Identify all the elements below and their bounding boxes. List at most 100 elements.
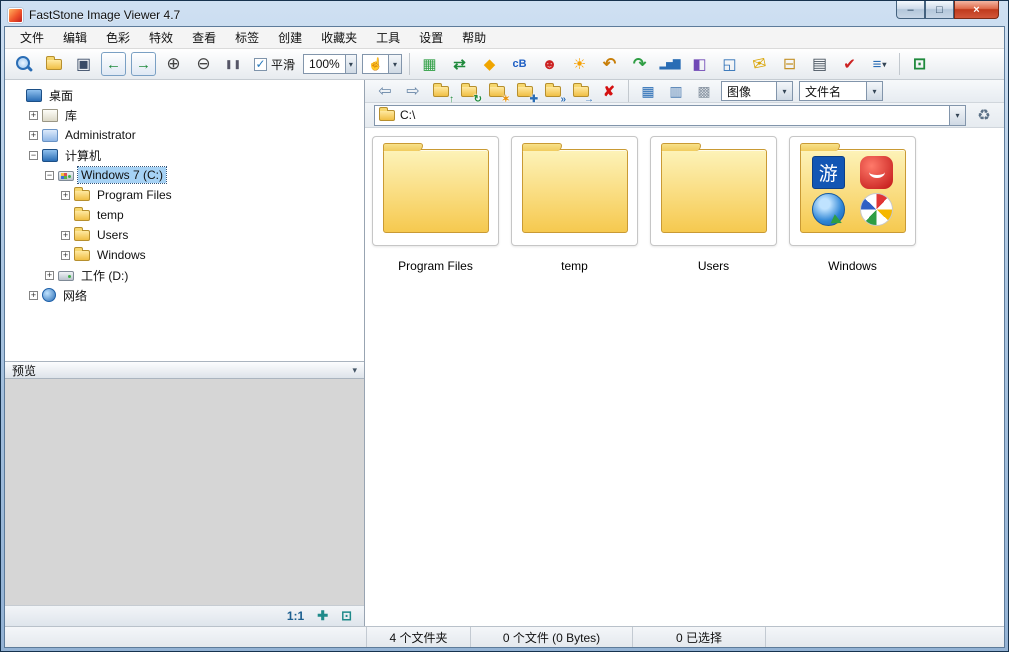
collapse-icon[interactable] [45,170,54,180]
menu-create[interactable]: 创建 [278,29,302,46]
menu-settings[interactable]: 设置 [419,29,443,46]
menu-favorites[interactable]: 收藏夹 [321,29,357,46]
preview-header[interactable]: 预览 ▾ [5,361,364,379]
recycle-bin-icon[interactable]: ♻ [973,106,995,125]
chevron-down-icon[interactable]: ▾ [866,82,882,100]
detail-view-icon[interactable]: ▩ [693,82,715,101]
red-eye-removal-icon[interactable]: ☻ [537,52,562,76]
save-icon[interactable]: ▣ [71,52,96,76]
zoom-out-icon[interactable]: ⊖ [191,52,216,76]
up-folder-icon[interactable]: ↑ [430,82,454,104]
collapse-preview-icon[interactable]: ▾ [352,365,357,376]
menu-edit[interactable]: 编辑 [63,29,87,46]
favorite-folder-icon[interactable]: ✶ [486,82,510,104]
slideshow-icon[interactable]: ▦ [417,52,442,76]
sort-mode-select[interactable]: 文件名 ▾ [799,81,883,101]
tree-item-drive-d[interactable]: 工作 (D:) [5,265,364,285]
view-mode-select[interactable]: 图像 ▾ [721,81,793,101]
tree-item-users[interactable]: Users [5,225,364,245]
menu-effects[interactable]: 特效 [149,29,173,46]
histogram-icon[interactable]: ▂▅▇ [657,52,682,76]
expand-icon[interactable] [45,270,54,280]
tree-item-desktop[interactable]: 桌面 [5,85,364,105]
acquire-icon[interactable]: ⊟ [777,52,802,76]
clipboard-icon[interactable]: cB [507,52,532,76]
enhance-colors-icon[interactable]: ☀ [567,52,592,76]
minimize-button[interactable]: – [896,1,925,19]
folder-icon [74,246,90,261]
expand-icon[interactable] [61,230,70,240]
hand-tool-select[interactable]: ☝ ▾ [362,54,403,74]
expand-icon[interactable] [29,130,38,140]
new-folder-icon[interactable]: ✚ [514,82,538,104]
grid-item-temp[interactable]: temp [511,136,638,273]
next-image-icon[interactable]: → [131,52,156,76]
smooth-checkbox[interactable] [254,57,267,71]
fullscreen-icon[interactable]: ⊡ [907,52,932,76]
tree-item-temp[interactable]: temp [5,205,364,225]
thumbnail-view-icon[interactable]: ▦ [637,82,659,101]
expand-icon[interactable] [61,190,70,200]
expand-icon[interactable] [29,290,38,300]
chevron-down-icon[interactable]: ▾ [949,105,965,125]
zoom-in-icon[interactable]: ⊕ [161,52,186,76]
maximize-button[interactable]: □ [925,1,954,19]
options-icon[interactable]: ≡ ▾ [867,52,892,76]
actual-size-icon[interactable]: ❚❚ [221,52,246,76]
move-to-folder-icon[interactable]: → [570,82,594,104]
toolbar-separator [628,80,629,102]
tree-item-program-files[interactable]: Program Files [5,185,364,205]
screen-capture-icon[interactable]: ◱ [717,52,742,76]
chevron-down-icon[interactable]: ▾ [776,82,792,100]
email-icon[interactable]: ✉ [745,50,774,79]
chevron-down-icon[interactable]: ▾ [344,55,357,73]
previous-image-icon[interactable]: ← [101,52,126,76]
refresh-folder-icon[interactable]: ↻ [458,82,482,104]
hand-icon: ☝ [368,57,383,71]
fit-window-icon[interactable]: ✚ [317,608,328,624]
chevron-down-icon[interactable]: ▾ [387,55,402,73]
grid-item-windows[interactable]: 游 Windows [789,136,916,273]
rotate-left-icon[interactable]: ↶ [597,52,622,76]
tree-item-windows[interactable]: Windows [5,245,364,265]
expand-icon[interactable] [61,250,70,260]
address-bar-row: C:\ ▾ ♻ [365,103,1004,128]
tag-icon[interactable]: ◆ [477,52,502,76]
system-drive-icon [58,171,74,181]
browse-files-icon[interactable] [11,52,36,76]
menu-file[interactable]: 文件 [20,29,44,46]
tree-item-network[interactable]: 网络 [5,285,364,305]
tree-item-drive-c[interactable]: Windows 7 (C:) [5,165,364,185]
menu-colors[interactable]: 色彩 [106,29,130,46]
tree-item-administrator[interactable]: Administrator [5,125,364,145]
collapse-icon[interactable] [29,150,38,160]
menu-view[interactable]: 查看 [192,29,216,46]
print-icon[interactable]: ▤ [807,52,832,76]
nav-forward-icon[interactable]: ⇨ [402,82,424,101]
grid-item-program-files[interactable]: Program Files [372,136,499,273]
menu-tools[interactable]: 工具 [376,29,400,46]
toolbar-separator [409,53,411,75]
delete-icon[interactable]: ✘ [598,82,620,101]
menu-tag[interactable]: 标签 [235,29,259,46]
copy-to-folder-icon[interactable]: » [542,82,566,104]
open-folder-icon[interactable] [41,52,66,76]
verify-icon[interactable]: ✔ [837,52,862,76]
tree-item-libraries[interactable]: 库 [5,105,364,125]
compare-images-icon[interactable]: ◧ [687,52,712,76]
lock-frame-icon[interactable]: ⊡ [341,608,352,624]
address-bar[interactable]: C:\ ▾ [374,104,966,126]
expand-icon[interactable] [29,110,38,120]
close-button[interactable]: × [954,1,999,19]
nav-back-icon[interactable]: ⇦ [374,82,396,101]
grid-item-users[interactable]: Users [650,136,777,273]
menu-help[interactable]: 帮助 [462,29,486,46]
titlebar[interactable]: FastStone Image Viewer 4.7 – □ × [4,1,1005,26]
zoom-select[interactable]: 100% ▾ [303,54,358,74]
list-view-icon[interactable]: ▥ [665,82,687,101]
file-grid: Program Files temp Users 游 Windows [365,128,1004,626]
tree-item-computer[interactable]: 计算机 [5,145,364,165]
smooth-label: 平滑 [271,57,296,72]
batch-convert-icon[interactable]: ⇄ [447,52,472,76]
rotate-right-icon[interactable]: ↷ [627,52,652,76]
